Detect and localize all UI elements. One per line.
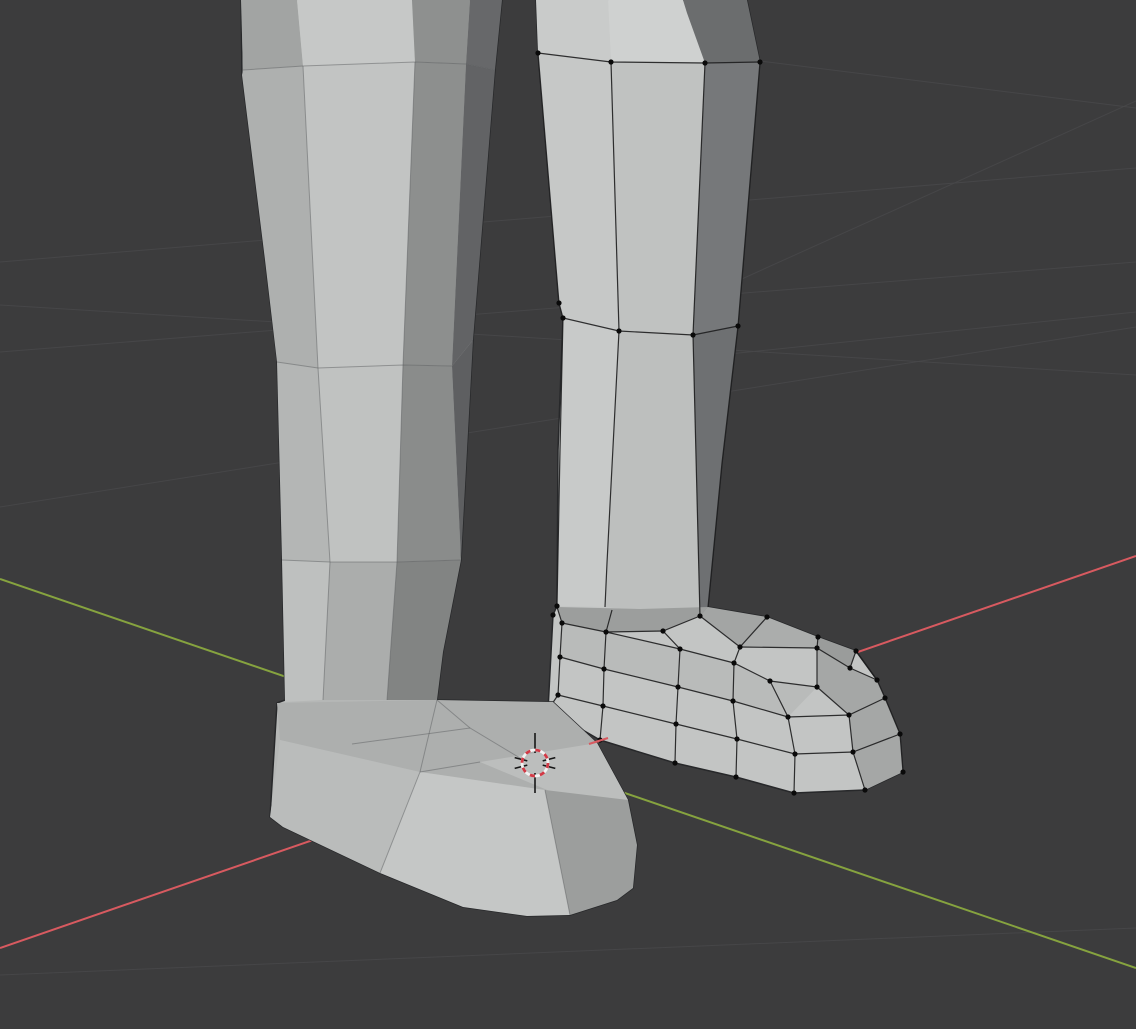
right-leg-mesh-vertex (734, 736, 739, 741)
viewport-canvas[interactable] (0, 0, 1136, 1029)
right-leg-mesh-vertex (767, 678, 772, 683)
right-leg-mesh-vertex (675, 684, 680, 689)
right-leg-mesh-vertex (815, 634, 820, 639)
right-leg-mesh-vertex (792, 751, 797, 756)
left-leg-mesh-face (297, 0, 415, 66)
right-leg-mesh-vertex (900, 769, 905, 774)
right-leg-mesh-vertex (660, 628, 665, 633)
left-leg-mesh-face (318, 365, 403, 562)
right-leg-mesh-vertex (559, 620, 564, 625)
left-leg-mesh-face (397, 365, 461, 562)
right-leg-mesh-vertex (601, 666, 606, 671)
right-leg-mesh-vertex (850, 749, 855, 754)
right-leg-mesh-vertex (550, 612, 555, 617)
right-leg-mesh-vertex (608, 59, 613, 64)
right-leg-mesh-vertex (733, 774, 738, 779)
right-leg-mesh-vertex (560, 315, 565, 320)
right-leg-mesh-vertex (616, 328, 621, 333)
left-leg-mesh-face (303, 62, 415, 368)
right-leg-mesh-vertex (677, 646, 682, 651)
right-leg-mesh-vertex (555, 692, 560, 697)
right-leg-mesh-vertex (757, 59, 762, 64)
right-leg-mesh-face (536, 0, 611, 62)
right-leg-mesh-vertex (600, 703, 605, 708)
right-leg-mesh-vertex (554, 603, 559, 608)
right-leg-mesh-vertex (791, 790, 796, 795)
right-leg-mesh-vertex (730, 698, 735, 703)
right-leg-mesh-vertex (814, 645, 819, 650)
right-leg-mesh-vertex (735, 323, 740, 328)
right-leg-mesh-vertex (731, 660, 736, 665)
right-leg-mesh-vertex (690, 332, 695, 337)
right-leg-mesh-vertex (737, 644, 742, 649)
right-leg-mesh-vertex (672, 760, 677, 765)
right-leg-mesh-face (611, 62, 705, 335)
left-leg-mesh-face (323, 562, 397, 700)
right-leg-mesh-vertex (556, 300, 561, 305)
right-leg-mesh-vertex (603, 629, 608, 634)
right-leg-mesh-vertex (785, 714, 790, 719)
left-leg-mesh-face (241, 0, 303, 70)
left-leg-mesh-face (282, 560, 330, 702)
right-leg-mesh-vertex (853, 648, 858, 653)
right-leg-mesh-vertex (897, 731, 902, 736)
right-leg-mesh-vertex (814, 684, 819, 689)
blender-3d-viewport[interactable] (0, 0, 1136, 1029)
right-leg-mesh-vertex (535, 50, 540, 55)
right-leg-mesh-vertex (862, 787, 867, 792)
right-leg-mesh-vertex (764, 614, 769, 619)
right-leg-mesh-vertex (702, 60, 707, 65)
right-leg-mesh-vertex (557, 654, 562, 659)
right-leg-mesh-face (605, 331, 700, 617)
right-leg-mesh-vertex (673, 721, 678, 726)
right-leg-mesh-vertex (874, 677, 879, 682)
left-leg-mesh-face (412, 0, 470, 64)
right-leg-mesh-vertex (697, 613, 702, 618)
right-leg-mesh-vertex (882, 695, 887, 700)
right-leg-mesh-vertex (846, 712, 851, 717)
right-leg-mesh-vertex (847, 665, 852, 670)
